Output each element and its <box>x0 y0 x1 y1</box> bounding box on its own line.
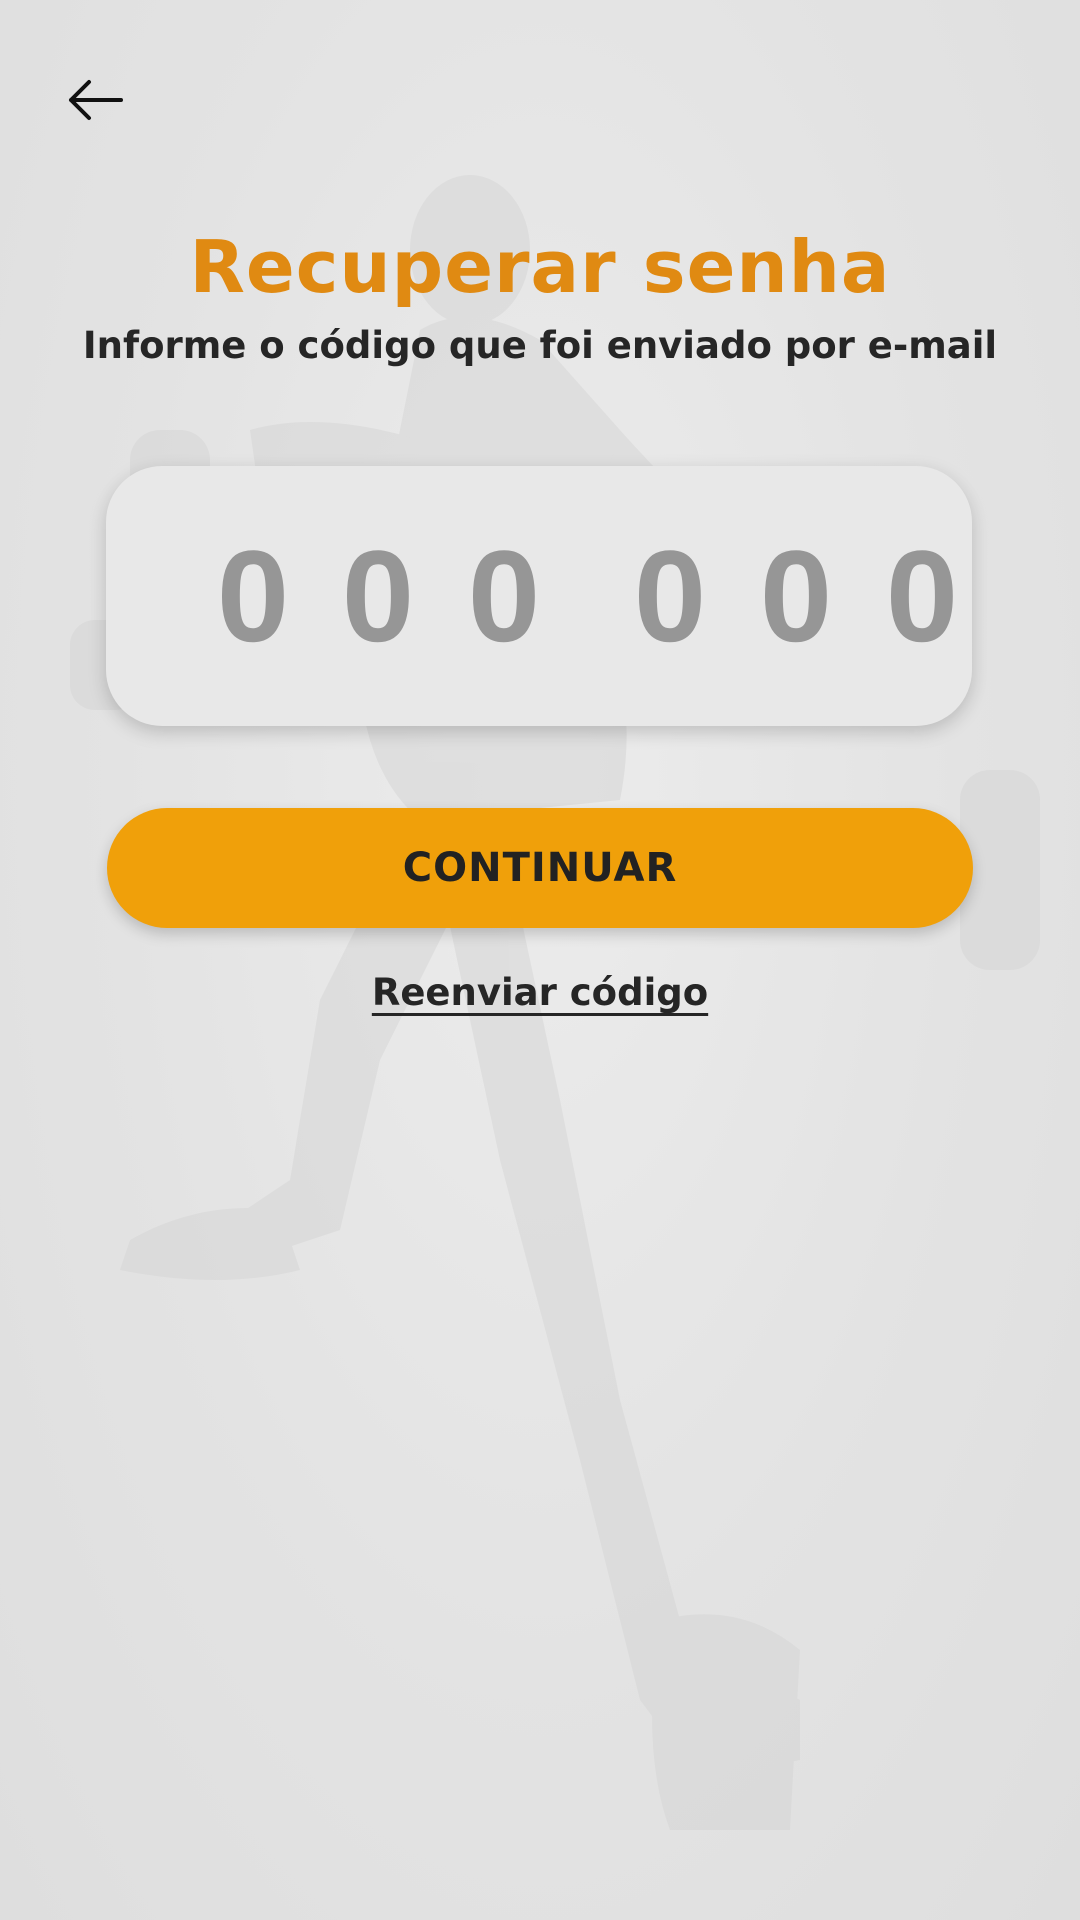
page-title: Recuperar senha <box>189 225 891 309</box>
code-digit-6[interactable]: 0 <box>872 496 972 696</box>
continue-button[interactable]: CONTINUAR <box>107 808 973 928</box>
arrow-left-icon <box>69 80 123 120</box>
page-subtitle: Informe o código que foi enviado por e-m… <box>82 324 998 367</box>
back-button[interactable] <box>60 65 130 135</box>
code-digit-3[interactable]: 0 <box>454 496 554 696</box>
code-digit-2[interactable]: 0 <box>328 496 428 696</box>
resend-code-link[interactable]: Reenviar código <box>372 971 708 1014</box>
resend-code-row: Reenviar código <box>0 963 1080 1023</box>
code-digit-5[interactable]: 0 <box>746 496 846 696</box>
verification-code-input[interactable]: 0 0 0 0 0 0 <box>106 466 972 726</box>
code-digit-4[interactable]: 0 <box>620 496 720 696</box>
code-digit-1[interactable]: 0 <box>203 496 303 696</box>
